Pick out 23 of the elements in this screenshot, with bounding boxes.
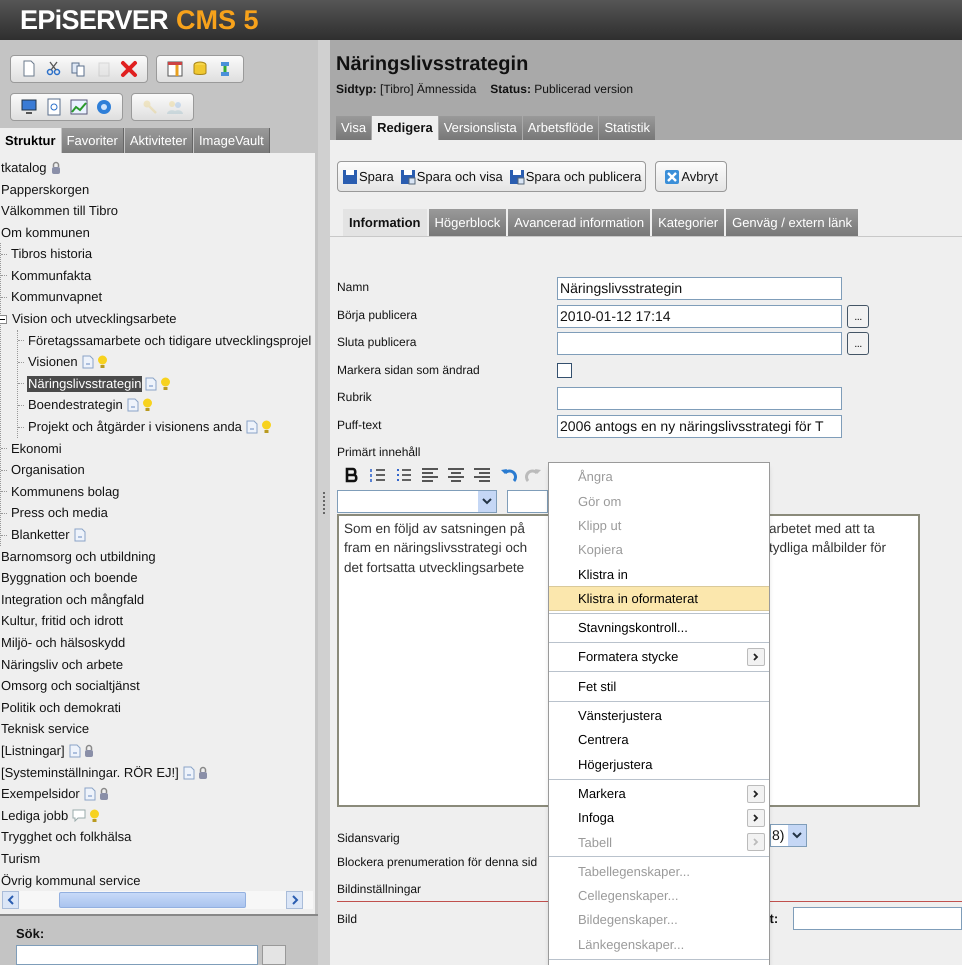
field-label: Rubrik	[337, 389, 373, 406]
field-label: Puff-text	[337, 416, 382, 434]
field-label: t:	[770, 910, 780, 928]
field-label: Sidansvarig	[337, 830, 400, 845]
page-meta-text: Sidtyp: [Tibro] Ämnessida	[336, 81, 476, 98]
field-label: Sluta publicera	[337, 334, 418, 352]
field-label: Börja publicera	[337, 306, 418, 324]
page-meta-text: Status: Publicerad version	[490, 81, 633, 98]
page-title: Näringslivsstrategin	[336, 52, 530, 76]
field-label: Namn	[337, 279, 370, 296]
logo-product-text: CMS 5	[176, 6, 259, 34]
editor-text: det fortsatta utvecklingsarbete	[344, 558, 524, 577]
editor-text: arbetet med att ta	[769, 520, 876, 538]
search-label: Sök:	[16, 924, 46, 942]
editor-text: fram en näringslivsstrategi och	[344, 539, 528, 558]
section-heading: Bildinställningar	[337, 880, 422, 898]
field-label: Bild	[337, 912, 358, 926]
editor-text: Som en följd av satsningen på	[344, 520, 525, 538]
field-label: Blockera prenumeration för denna sid	[337, 854, 538, 869]
field-label: Markera sidan som ändrad	[337, 362, 481, 379]
editor-text: tydliga målbilder för	[769, 539, 886, 558]
logo-text: EPiSERVER	[20, 6, 168, 34]
field-label: Primärt innehåll	[337, 444, 422, 461]
